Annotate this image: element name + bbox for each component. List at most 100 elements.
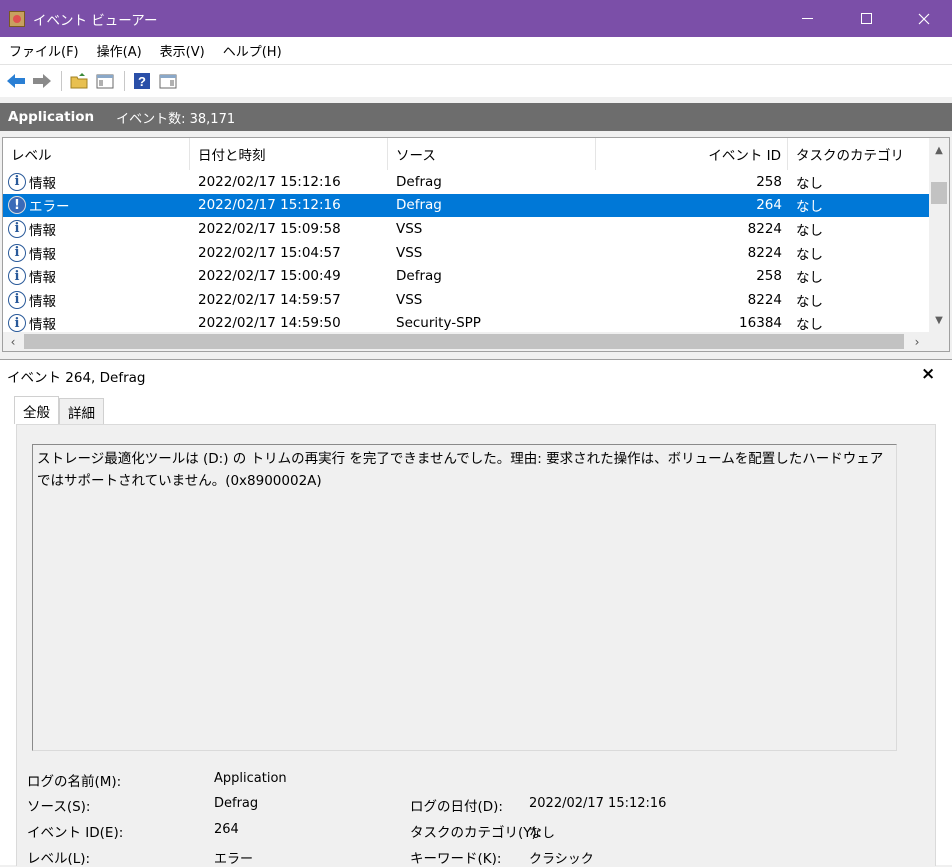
row-level-text: 情報 [29,222,56,239]
table-row[interactable]: ! エラー 2022/02/17 15:12:16 Defrag 264 なし [3,193,929,218]
menu-file[interactable]: ファイル(F) [0,41,88,60]
scroll-up-icon[interactable]: ▲ [929,140,949,160]
event-id-value: 264 [214,822,239,837]
row-event-id: 258 [756,173,782,190]
column-header-level[interactable]: レベル [3,138,190,170]
log-name-label: ログの名前(M): [27,774,122,790]
row-task-category: なし [796,175,823,192]
vertical-scroll-thumb[interactable] [931,182,947,204]
row-date: 2022/02/17 14:59:50 [198,315,341,332]
tab-general[interactable]: 全般 [14,396,59,424]
column-header-source[interactable]: ソース [388,138,596,170]
source-value: Defrag [214,796,259,811]
event-list: レベル 日付と時刻 ソース イベント ID タスクのカテゴリ i 情報 2022/0… [2,137,950,352]
row-task-category: なし [796,246,823,263]
back-button[interactable] [4,69,28,93]
logged-value: 2022/02/17 15:12:16 [529,796,667,811]
event-message[interactable]: ストレージ最適化ツールは (D:) の トリムの再実行 を完了できませんでした。… [32,444,897,751]
scroll-down-icon[interactable]: ▼ [929,310,949,330]
horizontal-scrollbar[interactable]: ‹ › [3,332,949,351]
row-level-text: 情報 [29,175,56,192]
help-button[interactable]: ? [130,69,154,93]
info-icon: i [8,267,26,286]
forward-arrow-icon [33,74,51,88]
menu-help[interactable]: ヘルプ(H) [214,41,291,60]
table-row[interactable]: i 情報 2022/02/17 15:12:16 Defrag 258 なし [3,170,929,194]
row-event-id: 258 [756,268,782,285]
maximize-button[interactable] [837,0,895,37]
log-header: Application イベント数: 38,171 [0,103,952,131]
minimize-button[interactable] [778,0,836,37]
info-icon: i [8,290,26,309]
row-level-text: 情報 [29,293,56,310]
show-hide-tree-button[interactable] [93,69,117,93]
tab-details[interactable]: 詳細 [59,398,104,424]
log-name: Application [8,109,95,125]
menu-bar: ファイル(F) 操作(A) 表示(V) ヘルプ(H) [0,37,952,65]
up-folder-icon [70,73,88,89]
info-icon: i [8,219,26,238]
row-date: 2022/02/17 14:59:57 [198,291,341,308]
row-event-id: 8224 [747,291,782,308]
row-task-category: なし [796,293,823,310]
row-level: i 情報 [3,290,190,310]
table-row[interactable]: i 情報 2022/02/17 15:04:57 VSS 8224 なし [3,241,929,265]
table-row[interactable]: i 情報 2022/02/17 15:00:49 Defrag 258 なし [3,264,929,288]
close-window-button[interactable] [895,0,952,37]
row-level: i 情報 [3,313,190,332]
task-category-label: タスクのカテゴリ(Y): [410,825,542,841]
scroll-left-icon[interactable]: ‹ [3,332,23,351]
row-source: Defrag [396,173,442,190]
row-event-id: 8224 [747,220,782,237]
table-row[interactable]: i 情報 2022/02/17 14:59:57 VSS 8224 なし [3,288,929,312]
detail-close-button[interactable]: × [921,364,935,384]
minimize-icon [801,18,813,19]
row-level: i 情報 [3,172,190,192]
toolbar-separator [124,71,125,91]
toolbar-separator [61,71,62,91]
event-rows: i 情報 2022/02/17 15:12:16 Defrag 258 なし! エラー 202… [3,170,929,332]
menu-action[interactable]: 操作(A) [88,41,151,60]
row-task-category: なし [796,270,823,287]
row-date: 2022/02/17 15:12:16 [198,197,341,214]
horizontal-scroll-thumb[interactable] [24,334,904,349]
menu-view[interactable]: 表示(V) [151,41,214,60]
row-event-id: 8224 [747,244,782,261]
row-date: 2022/02/17 15:09:58 [198,220,341,237]
row-level: i 情報 [3,243,190,263]
row-date: 2022/02/17 15:00:49 [198,268,341,285]
row-source: Defrag [396,197,442,214]
row-task-category: なし [796,317,823,332]
info-icon: i [8,172,26,191]
error-icon: ! [8,196,26,215]
detail-title: イベント 264, Defrag [7,370,146,386]
table-row[interactable]: i 情報 2022/02/17 15:09:58 VSS 8224 なし [3,217,929,241]
info-icon: i [8,314,26,332]
row-task-category: なし [796,222,823,239]
row-source: VSS [396,220,423,237]
row-level: ! エラー [3,195,190,215]
keywords-label: キーワード(K): [410,851,502,867]
action-pane-button[interactable] [156,69,180,93]
show-hide-tree-icon [96,74,114,89]
logged-label: ログの日付(D): [410,799,503,815]
table-row[interactable]: i 情報 2022/02/17 14:59:50 Security-SPP 16384 な… [3,312,929,332]
event-id-label: イベント ID(E): [27,825,124,841]
row-date: 2022/02/17 15:04:57 [198,244,341,261]
column-header-event-id[interactable]: イベント ID [596,138,788,170]
vertical-scrollbar[interactable]: ▲ ▼ [929,138,949,332]
row-source: VSS [396,244,423,261]
column-header-date[interactable]: 日付と時刻 [190,138,388,170]
event-list-header: レベル 日付と時刻 ソース イベント ID タスクのカテゴリ [3,138,929,170]
forward-button[interactable] [30,69,54,93]
toolbar: ? [0,65,952,97]
column-header-task-category[interactable]: タスクのカテゴリ [788,138,929,170]
up-folder-button[interactable] [67,69,91,93]
scroll-right-icon[interactable]: › [907,332,927,351]
window-title: イベント ビューアー [33,12,158,29]
event-detail-pane: イベント 264, Defrag × 全般 詳細 ストレージ最適化ツールは (D… [0,359,952,867]
action-pane-icon [159,74,177,89]
row-source: Defrag [396,268,442,285]
event-viewer-app-icon [9,10,25,27]
info-icon: i [8,243,26,262]
